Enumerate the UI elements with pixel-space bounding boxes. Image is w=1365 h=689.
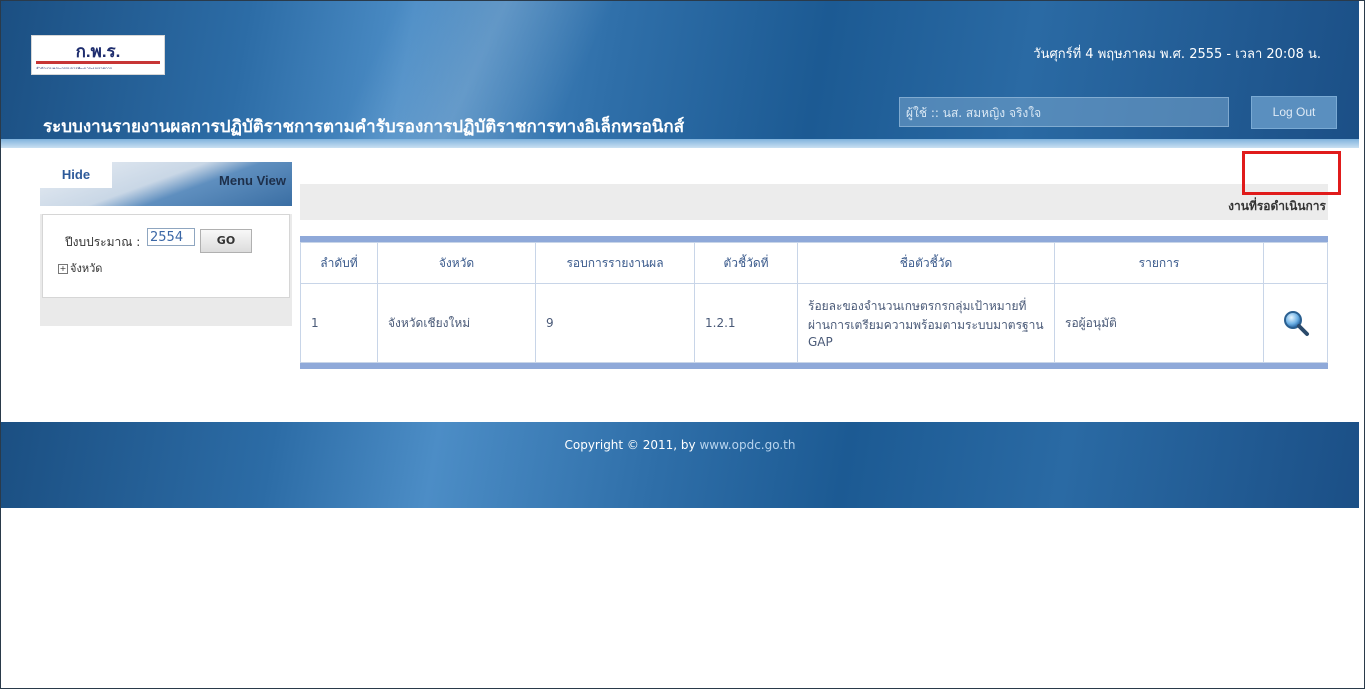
sidebar-inner: ปีงบประมาณ : GO +จังหวัด	[42, 214, 290, 298]
cell-order: 1	[300, 283, 378, 363]
fiscal-year-label: ปีงบประมาณ :	[65, 235, 141, 249]
footer-link[interactable]: www.opdc.go.th	[699, 438, 795, 452]
sidebar-panel: ปีงบประมาณ : GO +จังหวัด	[40, 214, 292, 326]
tree-item-label: จังหวัด	[70, 262, 103, 275]
col-status-header: รายการ	[1054, 242, 1264, 284]
highlight-box	[1242, 151, 1341, 195]
header: ก.พ.ร. สำนักงานคณะกรรมการพัฒนาระบบราชการ…	[1, 1, 1359, 148]
search-icon[interactable]	[1282, 309, 1310, 337]
copyright-text: Copyright © 2011, by	[564, 438, 696, 452]
col-round-header: รอบการรายงานผล	[535, 242, 695, 284]
col-order-header: ลำดับที่	[300, 242, 378, 284]
pending-tasks-bar: งานที่รอดำเนินการ	[300, 184, 1328, 220]
sidebar-header: Hide Menu View	[40, 162, 292, 206]
cell-province: จังหวัดเชียงใหม่	[377, 283, 536, 363]
copyright: Copyright © 2011, by www.opdc.go.th	[1, 438, 1359, 452]
go-button[interactable]: GO	[200, 229, 252, 253]
col-indicator-name-header: ชื่อตัวชี้วัด	[797, 242, 1055, 284]
menu-view-label: Menu View	[219, 173, 286, 188]
system-title: ระบบงานรายงานผลการปฏิบัติราชการตามคำรับร…	[43, 117, 685, 137]
table-header-row: ลำดับที่ จังหวัด รอบการรายงานผล ตัวชี้วั…	[300, 242, 1328, 284]
tree-item-province[interactable]: + จังหวัด	[58, 259, 102, 277]
pending-tasks-table: ลำดับที่ จังหวัด รอบการรายงานผล ตัวชี้วั…	[300, 236, 1328, 369]
cell-indicator-no: 1.2.1	[694, 283, 798, 363]
pending-tasks-title: งานที่รอดำเนินการ	[1228, 199, 1326, 213]
fiscal-year-input[interactable]	[147, 228, 195, 246]
col-indicator-no-header: ตัวชี้วัดที่	[694, 242, 798, 284]
col-action-header	[1263, 242, 1328, 284]
logo-stripe	[36, 61, 160, 64]
col-province-header: จังหวัด	[377, 242, 536, 284]
cell-action	[1263, 283, 1328, 363]
table-row: 1 จังหวัดเชียงใหม่ 9 1.2.1 ร้อยละของจำนว…	[300, 283, 1328, 363]
logo-subtext: สำนักงานคณะกรรมการพัฒนาระบบราชการ	[36, 66, 113, 69]
footer: Copyright © 2011, by www.opdc.go.th	[1, 422, 1359, 508]
user-info: ผู้ใช้ :: นส. สมหญิง จริงใจ	[899, 97, 1229, 127]
cell-round: 9	[535, 283, 695, 363]
logo: ก.พ.ร. สำนักงานคณะกรรมการพัฒนาระบบราชการ	[31, 35, 165, 75]
date-time: วันศุกร์ที่ 4 พฤษภาคม พ.ศ. 2555 - เวลา 2…	[1033, 47, 1321, 62]
cell-status: รอผู้อนุมัติ	[1054, 283, 1264, 363]
expand-plus-icon[interactable]: +	[58, 264, 68, 274]
hide-menu-tab[interactable]: Hide	[40, 162, 112, 188]
header-bottom-strip	[1, 139, 1359, 148]
cell-indicator-name: ร้อยละของจำนวนเกษตรกรกลุ่มเป้าหมายที่ผ่า…	[797, 283, 1055, 363]
logout-button[interactable]: Log Out	[1251, 96, 1337, 129]
